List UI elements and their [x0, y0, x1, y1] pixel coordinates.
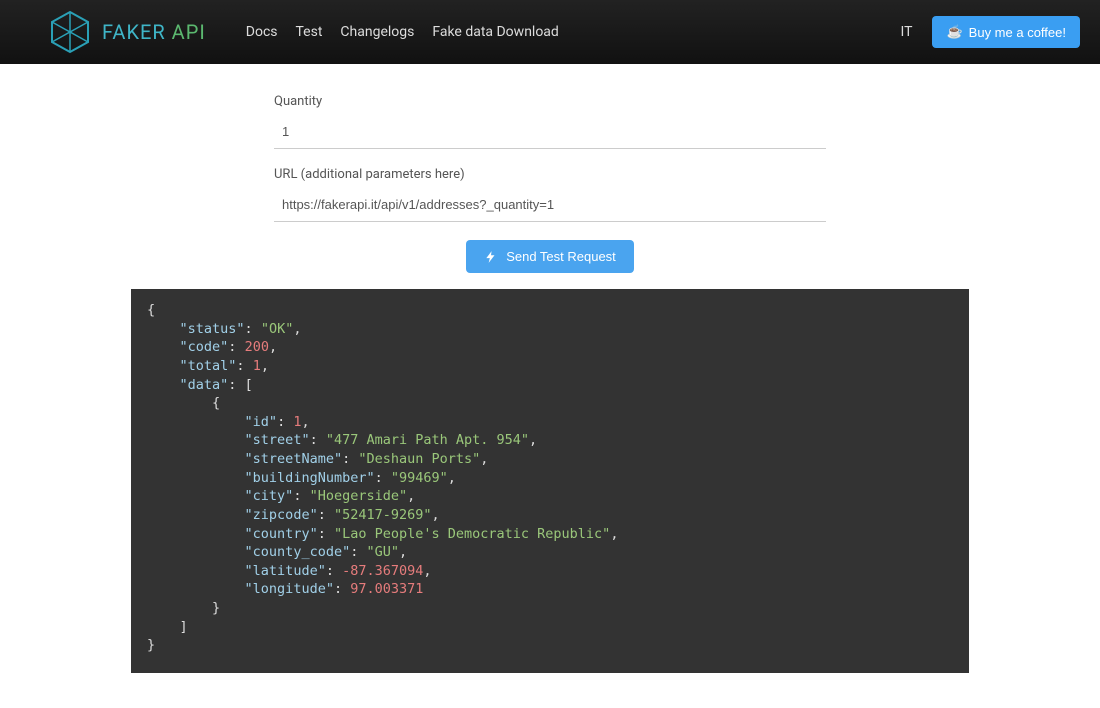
navbar: FAKER API Docs Test Changelogs Fake data…	[0, 0, 1100, 64]
logo-text: FAKER API	[102, 20, 206, 44]
quantity-label: Quantity	[274, 94, 826, 109]
language-switch[interactable]: IT	[901, 24, 913, 40]
test-form: Quantity URL (additional parameters here…	[274, 94, 826, 273]
buy-coffee-button[interactable]: ☕ Buy me a coffee!	[932, 16, 1080, 48]
nav-fakedata[interactable]: Fake data Download	[432, 24, 558, 40]
url-input[interactable]	[282, 197, 822, 212]
main: Quantity URL (additional parameters here…	[0, 64, 1100, 693]
logo-icon	[48, 10, 92, 54]
nav-changelogs[interactable]: Changelogs	[340, 24, 414, 40]
nav-links: Docs Test Changelogs Fake data Download	[246, 24, 901, 40]
url-label: URL (additional parameters here)	[274, 167, 826, 182]
nav-test[interactable]: Test	[296, 24, 323, 40]
send-test-request-button[interactable]: Send Test Request	[466, 240, 634, 273]
nav-docs[interactable]: Docs	[246, 24, 278, 40]
url-field: URL (additional parameters here)	[274, 167, 826, 222]
quantity-field: Quantity	[274, 94, 826, 149]
send-button-label: Send Test Request	[506, 249, 616, 264]
lightning-icon	[484, 250, 498, 264]
response-json-panel: { "status": "OK", "code": 200, "total": …	[131, 289, 969, 673]
logo[interactable]: FAKER API	[48, 10, 206, 54]
quantity-input[interactable]	[282, 124, 822, 139]
buy-coffee-label: Buy me a coffee!	[969, 25, 1066, 40]
coffee-icon: ☕	[946, 24, 962, 40]
